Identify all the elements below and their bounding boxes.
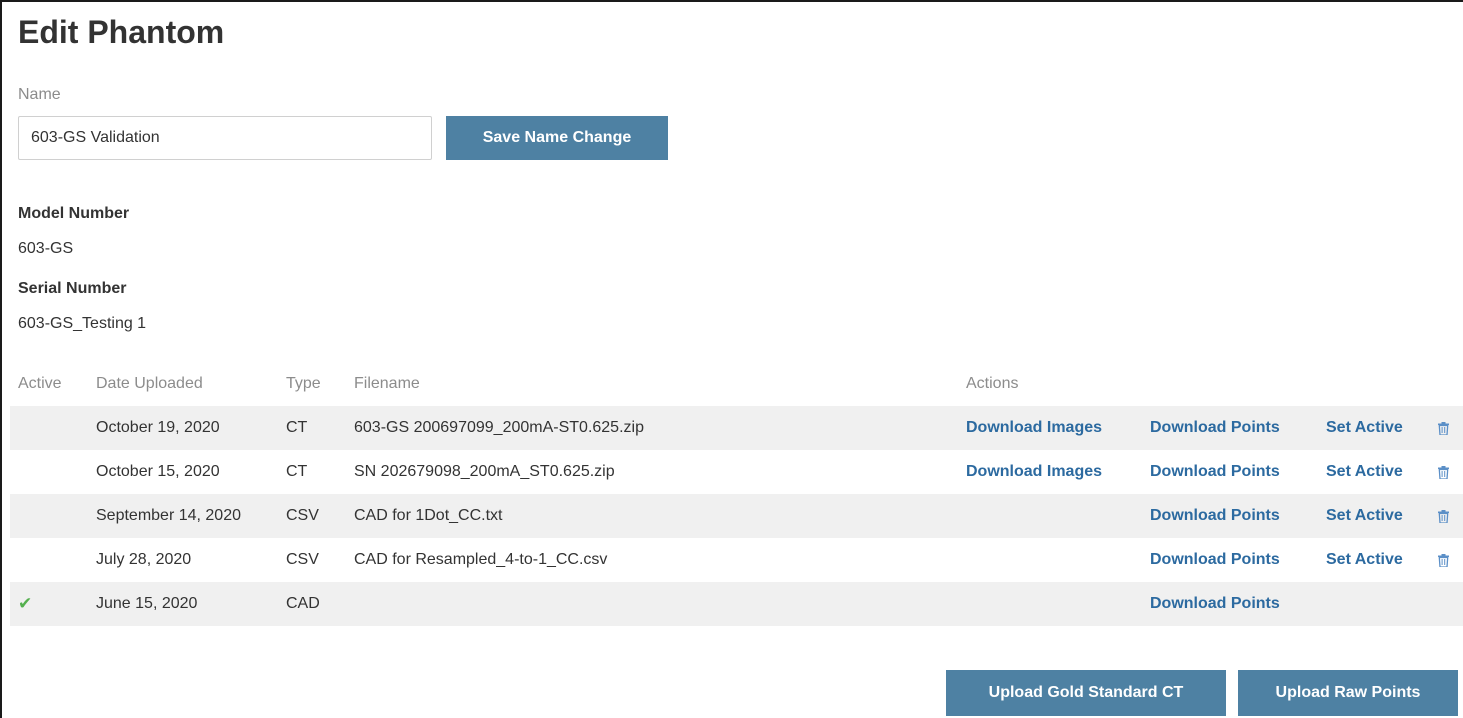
active-cell: [10, 406, 86, 450]
date-cell: October 15, 2020: [96, 463, 220, 480]
type-cell: CT: [286, 419, 308, 436]
set-active-link[interactable]: Set Active: [1326, 551, 1403, 568]
header-type: Type: [286, 375, 321, 392]
table-row: September 14, 2020 CSV CAD for 1Dot_CC.txt…: [10, 494, 1463, 538]
header-active: Active: [18, 375, 62, 392]
trash-icon[interactable]: [1438, 421, 1463, 435]
type-cell: CSV: [286, 507, 319, 524]
trash-icon[interactable]: [1438, 509, 1463, 523]
download-points-link[interactable]: Download Points: [1150, 463, 1280, 480]
date-cell: September 14, 2020: [96, 507, 241, 524]
download-images-link[interactable]: Download Images: [966, 419, 1102, 436]
filename-cell: CAD for Resampled_4-to-1_CC.csv: [354, 551, 608, 568]
table-body: October 19, 2020 CT 603-GS 200697099_200mA…: [10, 406, 1463, 626]
set-active-link[interactable]: Set Active: [1326, 463, 1403, 480]
checkmark-icon: ✔: [18, 594, 33, 613]
trash-icon[interactable]: [1438, 553, 1463, 567]
table-row: ✔ June 15, 2020 CAD Download Points: [10, 582, 1463, 626]
download-points-link[interactable]: Download Points: [1150, 419, 1280, 436]
model-number-value: 603-GS: [18, 240, 74, 257]
uploads-table: Active Date Uploaded Type Filename Actio…: [10, 362, 1463, 626]
upload-raw-points-button[interactable]: Upload Raw Points: [1238, 670, 1458, 716]
serial-number-label: Serial Number: [18, 280, 127, 297]
header-actions: Actions: [966, 375, 1019, 392]
header-date-uploaded: Date Uploaded: [96, 375, 203, 392]
date-cell: July 28, 2020: [96, 551, 192, 568]
download-points-link[interactable]: Download Points: [1150, 595, 1280, 612]
download-points-link[interactable]: Download Points: [1150, 507, 1280, 524]
filename-cell: 603-GS 200697099_200mA-ST0.625.zip: [354, 419, 644, 436]
type-cell: CT: [286, 463, 308, 480]
download-points-link[interactable]: Download Points: [1150, 551, 1280, 568]
active-cell: [10, 450, 86, 494]
table-row: October 15, 2020 CT SN 202679098_200mA_ST0…: [10, 450, 1463, 494]
type-cell: CSV: [286, 551, 319, 568]
table-header-row: Active Date Uploaded Type Filename Actio…: [10, 362, 1463, 406]
serial-number-value: 603-GS_Testing 1: [18, 315, 147, 332]
name-label: Name: [18, 86, 61, 103]
table-row: July 28, 2020 CSV CAD for Resampled_4-to-1…: [10, 538, 1463, 582]
filename-cell: SN 202679098_200mA_ST0.625.zip: [354, 463, 615, 480]
name-input[interactable]: [18, 116, 432, 160]
save-name-change-button[interactable]: Save Name Change: [446, 116, 668, 160]
date-cell: October 19, 2020: [96, 419, 220, 436]
active-cell: ✔: [10, 582, 86, 626]
active-cell: [10, 494, 86, 538]
set-active-link[interactable]: Set Active: [1326, 507, 1403, 524]
filename-cell: [346, 582, 958, 626]
header-filename: Filename: [354, 375, 420, 392]
set-active-link[interactable]: Set Active: [1326, 419, 1403, 436]
trash-icon[interactable]: [1438, 465, 1463, 479]
active-cell: [10, 538, 86, 582]
download-images-link[interactable]: Download Images: [966, 463, 1102, 480]
page-title: Edit Phantom: [18, 14, 225, 50]
upload-gold-standard-ct-button[interactable]: Upload Gold Standard CT: [946, 670, 1226, 716]
filename-cell: CAD for 1Dot_CC.txt: [354, 507, 503, 524]
table-row: October 19, 2020 CT 603-GS 200697099_200mA…: [10, 406, 1463, 450]
date-cell: June 15, 2020: [96, 595, 198, 612]
model-number-label: Model Number: [18, 205, 130, 222]
type-cell: CAD: [286, 595, 320, 612]
